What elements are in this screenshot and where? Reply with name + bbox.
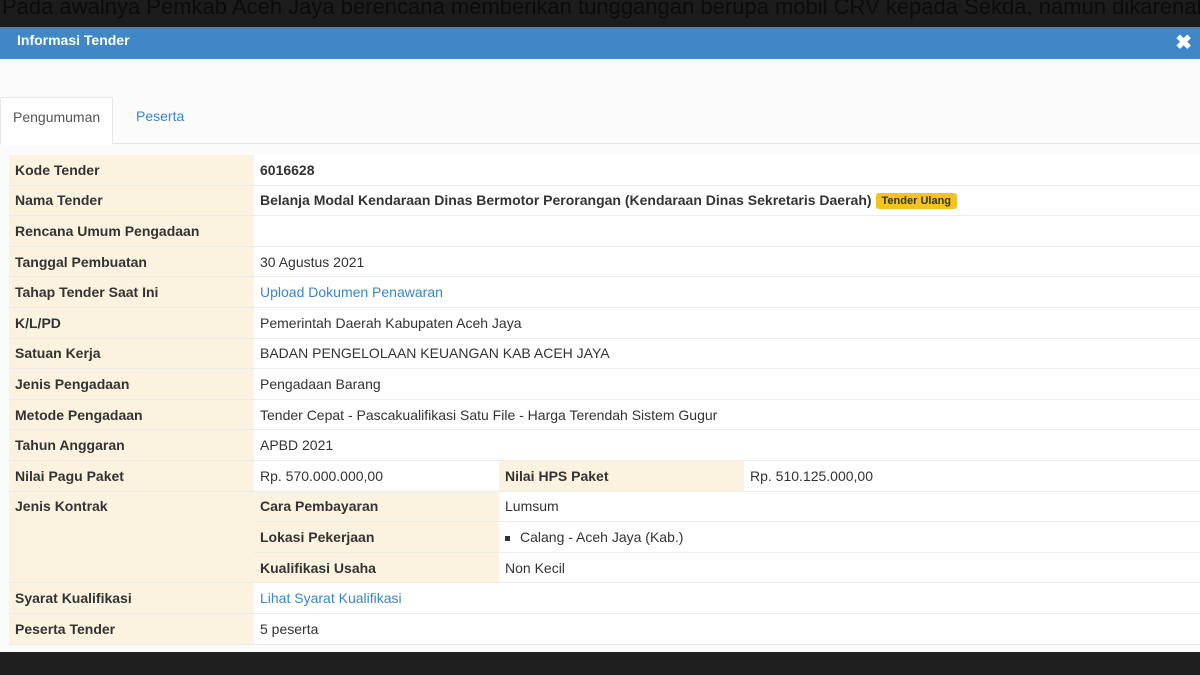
table-row: Kode Tender 6016628 — [9, 155, 1200, 186]
nama-tender-cell: Belanja Modal Kendaraan Dinas Bermotor P… — [254, 185, 1200, 217]
pagu-label: Nilai Pagu Paket — [9, 460, 254, 492]
table-row: Tanggal Pembuatan 30 Agustus 2021 — [9, 246, 1200, 278]
peserta-label: Peserta Tender — [9, 613, 254, 645]
rup-label: Rencana Umum Pengadaan — [9, 215, 254, 247]
metode-value: Tender Cepat - Pascakualifikasi Satu Fil… — [254, 399, 1200, 431]
tahun-label: Tahun Anggaran — [9, 429, 254, 461]
table-row: Tahap Tender Saat Ini Upload Dokumen Pen… — [9, 276, 1200, 308]
syarat-cell: Lihat Syarat Kualifikasi — [254, 582, 1200, 614]
klpd-label: K/L/PD — [9, 307, 254, 339]
hps-value: Rp. 510.125.000,00 — [744, 460, 1200, 492]
jenis-pengadaan-label: Jenis Pengadaan — [9, 368, 254, 400]
satuan-kerja-label: Satuan Kerja — [9, 338, 254, 370]
klpd-value: Pemerintah Daerah Kabupaten Aceh Jaya — [254, 307, 1200, 339]
metode-label: Metode Pengadaan — [9, 399, 254, 431]
bottom-bar — [0, 652, 1200, 675]
jenis-kontrak-label: Jenis Kontrak — [9, 491, 254, 584]
table-row: Rencana Umum Pengadaan — [9, 215, 1200, 247]
lokasi-cell: Calang - Aceh Jaya (Kab.) — [499, 521, 1200, 553]
table-row: Satuan Kerja BADAN PENGELOLAAN KEUANGAN … — [9, 338, 1200, 370]
tahap-link[interactable]: Upload Dokumen Penawaran — [260, 284, 443, 300]
hps-label: Nilai HPS Paket — [499, 460, 744, 492]
rup-value — [254, 215, 1200, 247]
cara-pembayaran-value: Lumsum — [499, 491, 1200, 523]
syarat-link[interactable]: Lihat Syarat Kualifikasi — [260, 590, 402, 606]
table-row: Nilai Pagu Paket Rp. 570.000.000,00 Nila… — [9, 460, 1200, 492]
table-row: Tahun Anggaran APBD 2021 — [9, 429, 1200, 461]
nama-tender-label: Nama Tender — [9, 185, 254, 217]
modal-title: Informasi Tender — [17, 32, 130, 48]
tahap-label: Tahap Tender Saat Ini — [9, 276, 254, 308]
modal-titlebar: Informasi Tender ✖ — [0, 27, 1200, 59]
kode-tender-label: Kode Tender — [9, 155, 254, 186]
kode-tender-value: 6016628 — [254, 155, 1200, 186]
table-row: K/L/PD Pemerintah Daerah Kabupaten Aceh … — [9, 307, 1200, 339]
tab-bar: Pengumuman Peserta — [0, 97, 1200, 145]
tahap-cell: Upload Dokumen Penawaran — [254, 276, 1200, 308]
nama-tender-value: Belanja Modal Kendaraan Dinas Bermotor P… — [260, 191, 872, 208]
jenis-pengadaan-value: Pengadaan Barang — [254, 368, 1200, 400]
kualifikasi-usaha-label: Kualifikasi Usaha — [254, 552, 499, 584]
tahun-value: APBD 2021 — [254, 429, 1200, 461]
table-row: Jenis Pengadaan Pengadaan Barang — [9, 368, 1200, 400]
tab-pengumuman[interactable]: Pengumuman — [0, 97, 114, 145]
cara-pembayaran-label: Cara Pembayaran — [254, 491, 499, 523]
bullet-icon — [505, 535, 510, 541]
table-row: Syarat Kualifikasi Lihat Syarat Kualifik… — [9, 582, 1200, 614]
tender-info-table: Kode Tender 6016628 Nama Tender Belanja … — [9, 155, 1200, 645]
lokasi-value: Calang - Aceh Jaya (Kab.) — [520, 528, 684, 545]
close-icon[interactable]: ✖ — [1175, 30, 1192, 55]
tab-peserta[interactable]: Peserta — [124, 97, 196, 143]
background-text: Pada awalnya Pemkab Aceh Jaya berencana … — [2, 0, 1200, 19]
kualifikasi-usaha-value: Non Kecil — [499, 552, 1200, 584]
tanggal-label: Tanggal Pembuatan — [9, 246, 254, 278]
tanggal-value: 30 Agustus 2021 — [254, 246, 1200, 278]
pagu-value: Rp. 570.000.000,00 — [254, 460, 499, 492]
table-row: Jenis Kontrak Cara Pembayaran Lumsum — [9, 491, 1200, 584]
syarat-label: Syarat Kualifikasi — [9, 582, 254, 614]
tender-ulang-badge: Tender Ulang — [875, 193, 958, 210]
satuan-kerja-value: BADAN PENGELOLAAN KEUANGAN KAB ACEH JAYA — [254, 338, 1200, 370]
table-row: Peserta Tender 5 peserta — [9, 613, 1200, 645]
table-row: Nama Tender Belanja Modal Kendaraan Dina… — [9, 185, 1200, 217]
background-article-text: Pada awalnya Pemkab Aceh Jaya berencana … — [0, 0, 1200, 27]
peserta-value: 5 peserta — [254, 613, 1200, 645]
lokasi-label: Lokasi Pekerjaan — [254, 521, 499, 553]
tender-info-modal: Informasi Tender ✖ Pengumuman Peserta Ko… — [0, 27, 1200, 652]
table-row: Metode Pengadaan Tender Cepat - Pascakua… — [9, 399, 1200, 431]
